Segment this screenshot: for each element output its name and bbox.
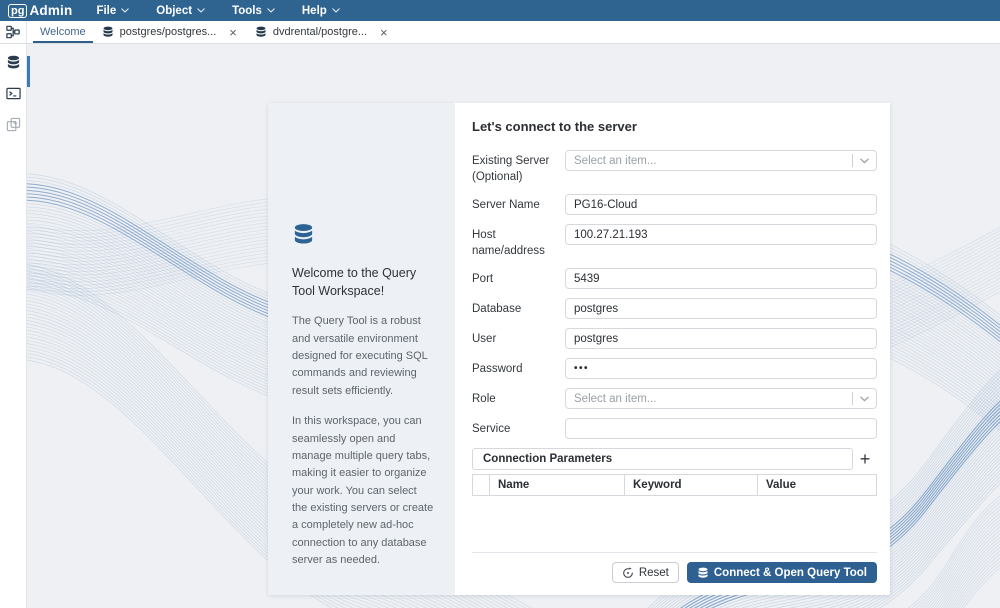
menu-bar: File Object Tools Help: [96, 5, 339, 17]
connect-open-query-tool-button[interactable]: Connect & Open Query Tool: [687, 562, 877, 583]
password-input[interactable]: [565, 358, 877, 379]
psql-workspace-icon[interactable]: [6, 86, 21, 101]
tab-welcome[interactable]: Welcome: [33, 21, 93, 43]
query-tool-workspace-icon[interactable]: [6, 55, 21, 70]
menu-tools-label: Tools: [232, 5, 262, 17]
welcome-panel: Welcome to the Query Tool Workspace! The…: [268, 103, 455, 595]
chevron-down-icon: [860, 396, 869, 402]
existing-server-label: Existing Server (Optional): [472, 150, 565, 185]
user-label: User: [472, 328, 565, 349]
role-label: Role: [472, 388, 565, 409]
existing-server-placeholder: Select an item...: [574, 155, 852, 167]
host-input[interactable]: [565, 224, 877, 245]
menu-file[interactable]: File: [96, 5, 129, 17]
password-label: Password: [472, 358, 565, 379]
welcome-paragraph-2: In this workspace, you can seamlessly op…: [292, 413, 434, 569]
object-explorer-button[interactable]: [0, 21, 27, 43]
form-footer: Reset Connect & Open Query Tool: [472, 552, 877, 583]
tab-dvdrental-label: dvdrental/postgre...: [273, 26, 367, 38]
form-title: Let's connect to the server: [472, 119, 877, 134]
close-icon[interactable]: ×: [380, 26, 388, 39]
object-explorer-icon: [6, 25, 20, 39]
pgadmin-logo-admin: Admin: [29, 3, 72, 18]
port-label: Port: [472, 268, 565, 289]
form-spacer: [472, 496, 877, 552]
menu-file-label: File: [96, 5, 116, 17]
tab-bar: Welcome postgres/postgres... × dvdrental…: [0, 21, 1000, 44]
app-body: Welcome to the Query Tool Workspace! The…: [0, 44, 1000, 608]
chevron-down-icon: [121, 8, 129, 13]
menu-help[interactable]: Help: [302, 5, 340, 17]
connection-parameters-section: Connection Parameters + Name Keyword Val…: [472, 448, 877, 496]
tab-postgres[interactable]: postgres/postgres... ×: [93, 21, 246, 43]
server-name-row: Server Name: [472, 194, 877, 215]
password-row: Password: [472, 358, 877, 379]
reset-icon: [622, 567, 634, 579]
service-input[interactable]: [565, 418, 877, 439]
port-row: Port: [472, 268, 877, 289]
menu-object[interactable]: Object: [156, 5, 205, 17]
workspace: Welcome to the Query Tool Workspace! The…: [27, 44, 1000, 608]
close-icon[interactable]: ×: [229, 26, 237, 39]
user-input[interactable]: [565, 328, 877, 349]
host-label: Host name/address: [472, 224, 565, 259]
role-row: Role Select an item...: [472, 388, 877, 409]
role-select[interactable]: Select an item...: [565, 388, 877, 409]
database-icon: [697, 567, 709, 579]
database-input[interactable]: [565, 298, 877, 319]
reset-button[interactable]: Reset: [612, 562, 679, 583]
app-header: pg Admin File Object Tools Help: [0, 0, 1000, 21]
connect-button-label: Connect & Open Query Tool: [714, 567, 867, 579]
chevron-down-icon: [860, 158, 869, 164]
tab-welcome-label: Welcome: [40, 26, 86, 38]
parameters-column-name: Name: [490, 475, 625, 495]
connection-card: Welcome to the Query Tool Workspace! The…: [268, 103, 890, 595]
port-input[interactable]: [565, 268, 877, 289]
existing-server-select[interactable]: Select an item...: [565, 150, 877, 171]
welcome-heading: Welcome to the Query Tool Workspace!: [292, 264, 434, 300]
database-icon: [255, 26, 267, 38]
chevron-down-icon: [267, 8, 275, 13]
active-workspace-indicator: [27, 56, 30, 87]
query-tool-logo-icon: [292, 223, 315, 246]
menu-object-label: Object: [156, 5, 192, 17]
menu-tools[interactable]: Tools: [232, 5, 275, 17]
activity-sidebar: [0, 44, 27, 608]
user-row: User: [472, 328, 877, 349]
database-label: Database: [472, 298, 565, 319]
tab-postgres-label: postgres/postgres...: [120, 26, 217, 38]
server-name-label: Server Name: [472, 194, 565, 215]
service-row: Service: [472, 418, 877, 439]
select-divider: [852, 154, 853, 167]
connection-parameters-title: Connection Parameters: [472, 448, 853, 470]
add-parameter-button[interactable]: +: [853, 450, 877, 468]
connection-parameters-table: Name Keyword Value: [472, 474, 877, 496]
host-row: Host name/address: [472, 224, 877, 259]
role-placeholder: Select an item...: [574, 393, 852, 405]
parameters-column-keyword: Keyword: [625, 475, 758, 495]
tab-dvdrental[interactable]: dvdrental/postgre... ×: [246, 21, 397, 43]
connection-form: Let's connect to the server Existing Ser…: [455, 103, 890, 595]
welcome-paragraph-1: The Query Tool is a robust and versatile…: [292, 313, 434, 400]
schema-diff-workspace-icon[interactable]: [6, 117, 21, 132]
menu-help-label: Help: [302, 5, 327, 17]
service-label: Service: [472, 418, 565, 439]
parameters-column-value: Value: [758, 475, 876, 495]
chevron-down-icon: [197, 8, 205, 13]
pgadmin-logo: pg Admin: [8, 3, 72, 18]
chevron-down-icon: [332, 8, 340, 13]
select-divider: [852, 392, 853, 405]
server-name-input[interactable]: [565, 194, 877, 215]
reset-button-label: Reset: [639, 567, 669, 579]
database-icon: [102, 26, 114, 38]
database-row: Database: [472, 298, 877, 319]
parameters-column-spacer: [473, 475, 490, 495]
pgadmin-logo-pg: pg: [8, 4, 27, 18]
existing-server-row: Existing Server (Optional) Select an ite…: [472, 150, 877, 185]
